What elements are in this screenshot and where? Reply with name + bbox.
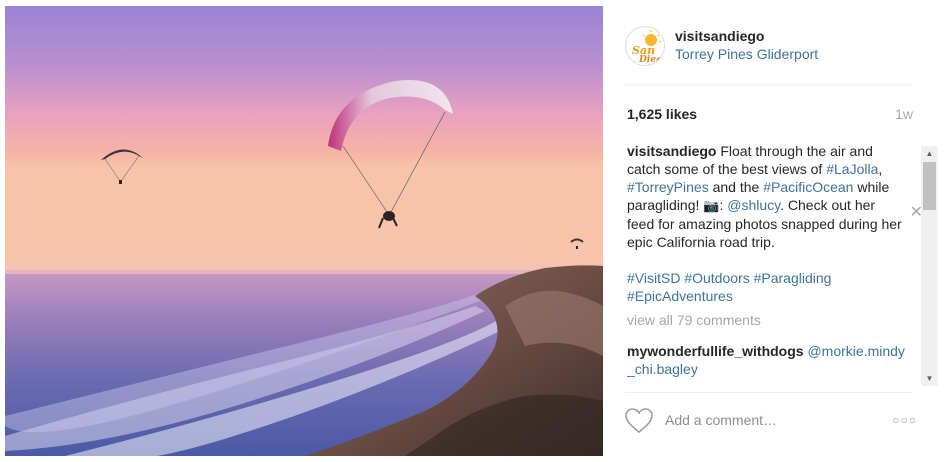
- san-diego-logo-icon: San Diego: [632, 30, 665, 65]
- hashtag-lajolla[interactable]: #LaJolla: [826, 161, 878, 177]
- hashtag-visitsd[interactable]: #VisitSD: [627, 270, 680, 286]
- post-caption: visitsandiego Float through the air and …: [627, 142, 905, 251]
- svg-text:Diego: Diego: [638, 55, 665, 65]
- post-details-panel: San Diego visitsandiego Torrey Pines Gli…: [603, 6, 943, 456]
- camera-icon: 📷: [703, 198, 720, 213]
- divider: [625, 84, 913, 85]
- hashtag-epicadventures[interactable]: #EpicAdventures: [627, 288, 733, 304]
- post-age[interactable]: 1w: [895, 106, 913, 122]
- avatar[interactable]: San Diego: [625, 26, 665, 66]
- comment: mywonderfullife_withdogs @morkie.mindy_c…: [627, 342, 905, 378]
- post-footer: ○○○: [625, 404, 923, 438]
- divider: [625, 392, 913, 393]
- caption-separator: ,: [878, 161, 883, 177]
- scroll-up-arrow-icon[interactable]: ▲: [921, 146, 938, 161]
- caption-colon: :: [719, 197, 724, 213]
- likes-count[interactable]: 1,625 likes: [627, 106, 697, 122]
- add-comment-input[interactable]: [665, 412, 865, 428]
- caption-text: and the: [712, 179, 760, 195]
- hashtag-torreypines[interactable]: #TorreyPines: [627, 179, 709, 195]
- caption-username[interactable]: visitsandiego: [627, 143, 716, 159]
- comments-scroll-area[interactable]: visitsandiego Float through the air and …: [627, 142, 921, 388]
- post-header: San Diego visitsandiego Torrey Pines Gli…: [625, 24, 915, 72]
- mention-shlucy[interactable]: @shlucy: [727, 197, 780, 213]
- instagram-post-embed: San Diego visitsandiego Torrey Pines Gli…: [0, 0, 948, 462]
- scrollbar-thumb[interactable]: [923, 162, 936, 210]
- post-location[interactable]: Torrey Pines Gliderport: [675, 46, 818, 62]
- post-username[interactable]: visitsandiego: [675, 28, 764, 44]
- comment-username[interactable]: mywonderfullife_withdogs: [627, 343, 804, 359]
- hashtag-list: #VisitSD #Outdoors #Paragliding #EpicAdv…: [627, 269, 905, 305]
- scroll-down-arrow-icon[interactable]: ▼: [921, 371, 938, 386]
- post-photo[interactable]: [5, 6, 603, 456]
- paragliding-sunset-image: [5, 6, 603, 456]
- hashtag-pacificocean[interactable]: #PacificOcean: [763, 179, 853, 195]
- view-all-comments-link[interactable]: view all 79 comments: [627, 312, 921, 328]
- heart-icon[interactable]: [625, 408, 653, 434]
- comments-scrollbar[interactable]: ▲ ▼: [921, 146, 938, 386]
- more-options-icon[interactable]: ○○○: [892, 413, 917, 427]
- hashtag-outdoors[interactable]: #Outdoors: [684, 270, 749, 286]
- hashtag-paragliding[interactable]: #Paragliding: [754, 270, 832, 286]
